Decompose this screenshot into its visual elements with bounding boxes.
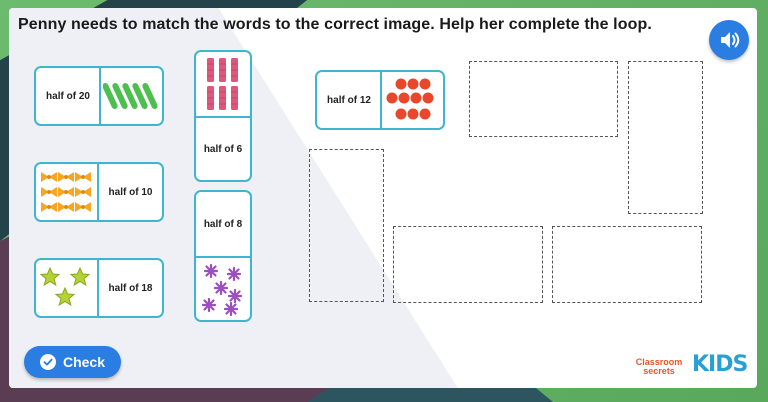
dot-picture [386,78,433,120]
domino-half-of-8[interactable]: half of 8 [194,190,252,322]
domino-label: half of 12 [327,94,371,106]
domino-half-of-6[interactable]: half of 6 [194,50,252,182]
domino-half-of-10[interactable]: half of 10 [34,162,164,222]
question-text: Penny needs to match the words to the co… [18,16,652,33]
domino-half-of-18[interactable]: half of 18 [34,258,164,318]
picture-pink-bars [196,52,250,116]
check-button[interactable]: Check [24,346,121,378]
bow-picture [41,172,91,212]
audio-button[interactable] [709,20,749,60]
star-picture [40,266,91,307]
drop-slot[interactable] [552,226,702,303]
domino-label: half of 10 [108,186,153,198]
picture-red-dots [382,72,443,128]
domino-half-of-20[interactable]: half of 20 [34,66,164,126]
stick-picture [102,83,158,109]
speaker-icon [721,32,740,48]
drop-slot[interactable] [628,61,703,214]
bar-picture [207,58,238,110]
domino-label: half of 20 [46,90,90,102]
drop-slot[interactable] [469,61,618,137]
check-circle-icon [39,354,56,370]
flower-picture [201,263,243,316]
picture-green-sticks [101,68,162,124]
domino-label: half of 18 [108,282,153,294]
classroom-secrets-kids-logo: Classroom secrets KIDS [635,352,749,377]
picture-purple-flowers [196,258,250,320]
drop-slot[interactable] [393,226,543,303]
picture-orange-bows [36,164,96,220]
drop-slot[interactable] [309,149,384,302]
domino-label: half of 8 [203,218,243,230]
check-button-label: Check [62,354,106,370]
domino-half-of-12[interactable]: half of 12 [315,70,445,130]
picture-green-stars [36,260,96,316]
domino-label: half of 6 [203,143,243,155]
